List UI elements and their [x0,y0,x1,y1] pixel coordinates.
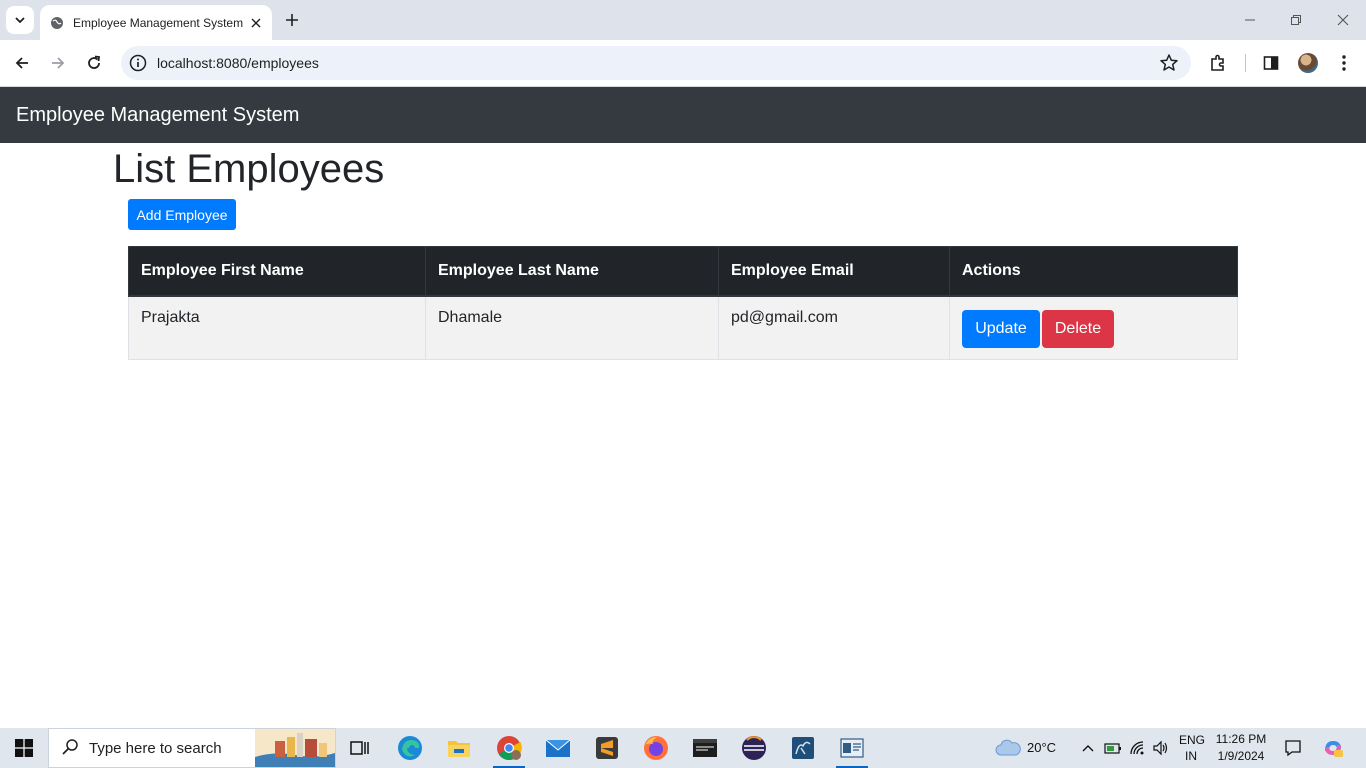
taskbar-clock[interactable]: 11:26 PM 1/9/2024 [1208,731,1274,765]
task-view-button[interactable] [336,728,384,768]
taskbar-mysql-client[interactable] [681,728,729,768]
browser-toolbar: localhost:8080/employees [0,40,1366,87]
window-preview-icon [840,738,864,758]
navbar-brand[interactable]: Employee Management System [16,104,299,127]
cell-actions: Update Delete [949,295,1238,360]
wifi-icon[interactable] [1129,740,1147,761]
firefox-icon [644,736,668,760]
windows-taskbar: Type here to search 20°C ENG IN 11:26 PM… [0,728,1366,768]
browser-menu-button[interactable] [1333,52,1355,74]
tab-search-button[interactable] [6,6,34,34]
arrow-right-icon [52,57,65,69]
clock-time: 11:26 PM [1215,732,1267,746]
start-button[interactable] [0,728,48,768]
column-header-first-name: Employee First Name [128,246,426,297]
site-info-icon[interactable] [129,54,147,72]
minimize-button[interactable] [1240,10,1260,30]
table-header-row: Employee First Name Employee Last Name E… [128,246,1238,297]
restore-button[interactable] [1286,10,1306,30]
bookmark-star-icon[interactable] [1159,53,1179,73]
weather-temperature[interactable]: 20°C [1027,740,1056,755]
clock-date: 1/9/2024 [1217,749,1265,763]
cloud-icon[interactable] [995,738,1021,758]
search-icon [61,738,81,758]
column-header-actions: Actions [949,246,1238,297]
input-language[interactable]: ENG IN [1179,732,1206,764]
language-code: ENG [1179,733,1206,747]
page-title: List Employees [113,147,385,191]
close-window-button[interactable] [1333,10,1353,30]
employees-table: Employee First Name Employee Last Name E… [128,246,1238,360]
terminal-icon [693,739,717,757]
browser-tab[interactable]: Employee Management System [40,5,272,40]
chevron-down-icon [15,17,25,24]
close-tab-icon[interactable] [248,15,264,31]
forward-button[interactable] [47,52,69,74]
url-text[interactable]: localhost:8080/employees [157,55,1159,71]
battery-icon[interactable] [1104,740,1122,761]
tab-title: Employee Management System [73,15,244,30]
globe-icon [50,16,64,30]
taskbar-file-explorer[interactable] [435,728,483,768]
taskbar-firefox[interactable] [632,728,680,768]
workbench-icon [792,737,814,759]
table-row: Prajakta Dhamale pd@gmail.com Update Dele… [128,295,1238,360]
toolbar-divider [1245,54,1246,72]
taskbar-mysql-workbench[interactable] [779,728,827,768]
address-bar[interactable]: localhost:8080/employees [121,46,1191,80]
cell-email: pd@gmail.com [718,295,950,360]
speaker-icon[interactable] [1152,740,1170,761]
chevron-up-icon[interactable] [1081,741,1095,759]
new-tab-button[interactable] [282,10,302,30]
cell-first-name: Prajakta [128,295,426,360]
taskbar-edge[interactable] [386,728,434,768]
task-view-icon [350,741,369,755]
extensions-button[interactable] [1207,52,1229,74]
taskbar-active-window[interactable] [828,728,876,768]
edge-browser-icon [398,736,422,760]
sublime-text-icon [596,737,618,759]
update-button[interactable]: Update [962,309,1040,348]
mail-icon [545,739,571,757]
close-icon [1337,14,1349,26]
taskbar-sublime[interactable] [583,728,631,768]
restore-icon [1291,15,1301,25]
browser-tab-strip: Employee Management System [0,0,1366,40]
folder-icon [448,741,470,757]
side-panel-button[interactable] [1260,52,1282,74]
side-panel-icon [1263,56,1279,70]
region-code: IN [1185,749,1197,763]
taskbar-search[interactable]: Type here to search [48,728,336,768]
copilot-icon[interactable] [1322,737,1344,764]
profile-avatar[interactable] [1298,53,1318,73]
add-employee-button[interactable]: Add Employee [128,199,236,230]
column-header-email: Employee Email [718,246,950,297]
minimize-icon [1245,19,1255,21]
taskbar-chrome[interactable] [485,728,533,768]
search-placeholder: Type here to search [89,739,222,757]
chrome-icon [497,736,522,761]
taskbar-mail[interactable] [534,728,582,768]
taskbar-eclipse[interactable] [730,728,778,768]
arrow-left-icon [15,57,28,69]
windows-logo-icon [15,739,33,757]
more-vertical-icon [1342,55,1346,71]
notification-icon[interactable] [1284,739,1302,762]
reload-button[interactable] [83,52,105,74]
delete-button[interactable]: Delete [1042,309,1114,348]
reload-icon [88,55,101,69]
search-highlight-image [255,729,335,767]
column-header-last-name: Employee Last Name [425,246,719,297]
back-button[interactable] [11,52,33,74]
app-navbar: Employee Management System [0,87,1366,143]
cell-last-name: Dhamale [425,295,719,360]
plus-icon [286,14,298,26]
eclipse-icon [742,736,766,760]
puzzle-icon [1211,54,1224,71]
